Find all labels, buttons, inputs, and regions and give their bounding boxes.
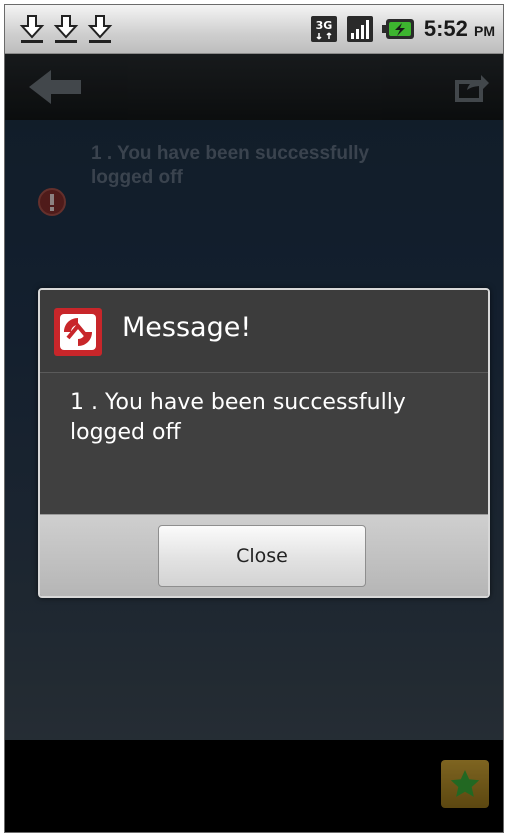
dialog-message: 1 . You have been successfully logged of… <box>70 390 406 445</box>
download-icon <box>53 15 79 43</box>
dialog-footer: Close <box>40 514 488 596</box>
svg-text:3G: 3G <box>315 19 332 32</box>
network-3g-icon: 3G <box>310 16 337 42</box>
app-bar <box>5 54 503 120</box>
dialog-title: Message! <box>122 312 252 343</box>
message-dialog: Message! 1 . You have been successfully … <box>38 288 490 598</box>
download-icon <box>19 15 45 43</box>
share-icon[interactable] <box>455 72 489 102</box>
star-icon <box>450 770 480 797</box>
signal-bars-icon <box>346 16 373 42</box>
close-button[interactable]: Close <box>158 525 366 587</box>
download-icon <box>87 15 113 43</box>
app-logo-icon <box>54 308 102 356</box>
favorite-button[interactable] <box>441 760 489 808</box>
battery-charging-icon <box>381 19 414 39</box>
dialog-header: Message! <box>40 290 488 373</box>
back-arrow-icon[interactable] <box>27 68 83 106</box>
device-screen: 3G 5:52 PM 1 . You have been successfull… <box>4 4 504 833</box>
bottom-bar <box>5 740 503 832</box>
status-time: 5:52 PM <box>423 16 495 41</box>
status-bar: 3G 5:52 PM <box>5 5 503 54</box>
